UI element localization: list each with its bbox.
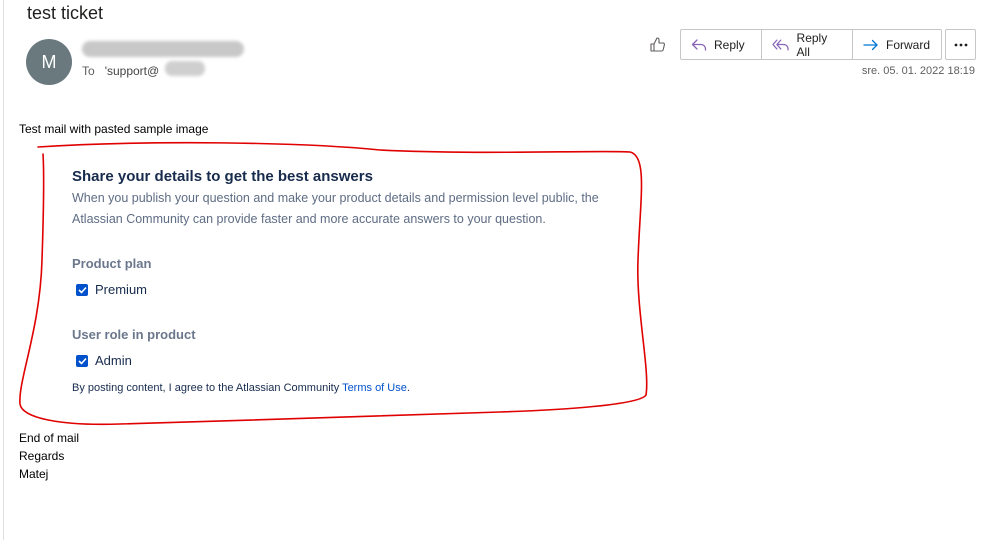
avatar[interactable]: M xyxy=(26,39,72,85)
sender-name-redacted xyxy=(82,41,244,57)
pasted-image-description: When you publish your question and make … xyxy=(72,191,599,226)
forward-label: Forward xyxy=(886,37,931,52)
checkmark-icon xyxy=(77,357,87,365)
reply-all-button[interactable]: Reply All xyxy=(762,30,853,59)
terms-suffix: . xyxy=(406,382,410,394)
reply-icon xyxy=(691,38,707,51)
email-subject: test ticket xyxy=(27,3,104,23)
pasted-image-title: Share your details to get the best answe… xyxy=(72,168,373,185)
user-role-label: User role in product xyxy=(72,327,196,342)
admin-checkbox xyxy=(76,354,88,367)
closing-line-1: End of mail xyxy=(19,431,80,445)
premium-checkbox-row: Premium xyxy=(76,282,147,297)
premium-checkbox xyxy=(76,283,88,296)
pasted-image: Share your details to get the best answe… xyxy=(56,153,636,401)
closing-line-3: Matej xyxy=(19,467,49,481)
more-icon xyxy=(954,43,967,46)
recipient-address[interactable]: 'support@ xyxy=(105,64,160,78)
reply-actions: Reply Reply All Forward xyxy=(680,29,942,60)
more-actions-button[interactable] xyxy=(945,29,976,60)
terms-text: By posting content, I agree to the Atlas… xyxy=(72,382,410,394)
pane-border xyxy=(3,0,4,540)
admin-label: Admin xyxy=(95,353,132,368)
terms-of-use-link: Terms of Use xyxy=(342,382,407,394)
reply-label: Reply xyxy=(714,37,745,52)
checkmark-icon xyxy=(77,286,87,294)
email-date: sre. 05. 01. 2022 18:19 xyxy=(861,65,975,77)
recipient-address-redacted xyxy=(165,61,205,76)
body-intro: Test mail with pasted sample image xyxy=(19,122,209,136)
recipient-line: To 'support@ xyxy=(82,64,159,78)
reply-all-label: Reply All xyxy=(796,30,828,59)
terms-prefix: By posting content, I agree to the Atlas… xyxy=(72,382,343,394)
thumbs-up-icon xyxy=(650,36,665,52)
forward-arrow-icon xyxy=(863,39,878,50)
reply-all-icon xyxy=(772,38,789,51)
premium-label: Premium xyxy=(95,282,148,297)
reply-button[interactable]: Reply xyxy=(681,30,762,59)
closing-line-2: Regards xyxy=(19,449,65,463)
forward-button[interactable]: Forward xyxy=(853,30,941,59)
like-button[interactable] xyxy=(643,30,672,58)
product-plan-label: Product plan xyxy=(72,256,152,271)
avatar-initial: M xyxy=(41,51,57,72)
to-label: To xyxy=(82,64,95,78)
admin-checkbox-row: Admin xyxy=(76,353,132,368)
